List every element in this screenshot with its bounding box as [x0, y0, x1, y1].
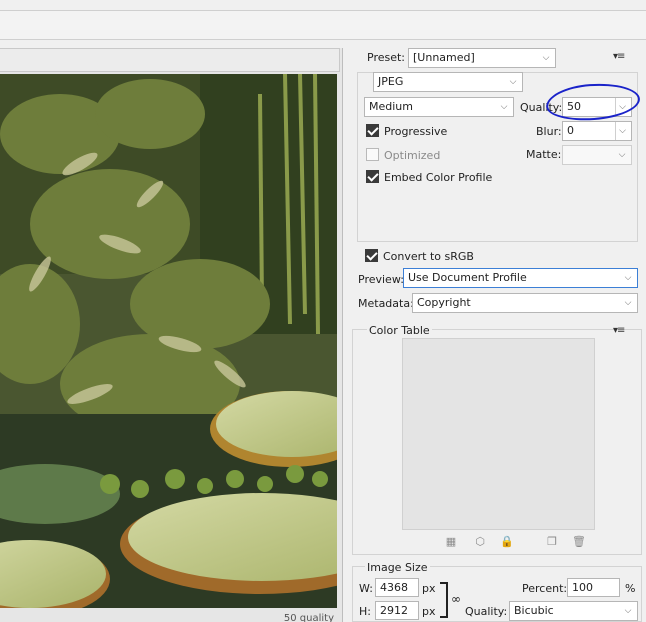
percent-input[interactable]: 100 — [567, 578, 620, 597]
resample-quality-label: Quality: — [465, 605, 508, 618]
optimized-label: Optimized — [384, 149, 441, 162]
blur-label: Blur: — [536, 125, 562, 138]
chevron-down-icon: ⌵ — [615, 122, 629, 140]
color-table-menu-icon[interactable]: ▾≡ — [613, 325, 625, 336]
preset-label: Preset: — [367, 51, 406, 64]
preset-dropdown[interactable]: [Unnamed] ⌵ — [408, 48, 556, 68]
width-label: W: — [359, 582, 373, 595]
quality-input[interactable]: 50 ⌵ — [562, 97, 632, 117]
resample-quality-dropdown[interactable]: Bicubic ⌵ — [509, 601, 638, 621]
chevron-down-icon: ⌵ — [624, 606, 632, 616]
blur-input[interactable]: 0 ⌵ — [562, 121, 632, 141]
chevron-down-icon: ⌵ — [624, 273, 632, 283]
top-options-bar — [0, 10, 646, 40]
convert-srgb-label: Convert to sRGB — [383, 250, 474, 263]
chevron-down-icon: ⌵ — [618, 150, 626, 160]
metadata-label: Metadata: — [358, 297, 414, 310]
preset-menu-icon[interactable]: ▾≡ — [613, 51, 625, 62]
metadata-value: Copyright — [417, 296, 471, 309]
map-transparency-icon[interactable]: ▦ — [444, 535, 458, 549]
matte-label: Matte: — [526, 148, 562, 161]
height-label: H: — [359, 605, 371, 618]
compression-dropdown[interactable]: Medium ⌵ — [364, 97, 514, 117]
height-input[interactable]: 2912 — [375, 601, 419, 620]
constrain-proportions-bracket — [440, 582, 448, 618]
preview-pane: 50 quality — [0, 48, 343, 622]
preview-quality-status: 50 quality — [283, 613, 334, 622]
preview-dropdown[interactable]: Use Document Profile ⌵ — [403, 268, 638, 288]
color-table-title: Color Table — [367, 324, 432, 337]
preview-tab-strip[interactable] — [0, 48, 340, 72]
quality-value: 50 — [567, 100, 581, 113]
percent-unit: % — [625, 582, 636, 595]
metadata-dropdown[interactable]: Copyright ⌵ — [412, 293, 638, 313]
chain-link-icon[interactable]: ∞ — [451, 592, 461, 606]
preview-value: Use Document Profile — [408, 271, 527, 284]
trash-icon[interactable]: 🗑 — [572, 535, 586, 549]
quality-label: Quality: — [520, 101, 563, 114]
progressive-label: Progressive — [384, 125, 448, 138]
preset-value: [Unnamed] — [413, 51, 475, 64]
height-unit: px — [422, 605, 436, 618]
percent-value: 100 — [572, 581, 593, 594]
width-unit: px — [422, 582, 436, 595]
preview-label: Preview: — [358, 273, 404, 286]
chevron-down-icon: ⌵ — [624, 298, 632, 308]
resample-quality-value: Bicubic — [514, 604, 554, 617]
matte-dropdown[interactable]: ⌵ — [562, 145, 632, 165]
chevron-down-icon: ⌵ — [500, 102, 508, 112]
optimized-checkbox[interactable] — [366, 148, 379, 161]
image-size-title: Image Size — [365, 561, 430, 574]
web-snap-icon[interactable]: ⬡ — [473, 535, 487, 549]
height-value: 2912 — [380, 604, 408, 617]
width-input[interactable]: 4368 — [375, 578, 419, 597]
progressive-checkbox[interactable] — [366, 124, 379, 137]
compression-value: Medium — [369, 100, 413, 113]
new-color-icon[interactable]: ❐ — [545, 535, 559, 549]
chevron-down-icon: ⌵ — [542, 53, 550, 63]
convert-srgb-checkbox[interactable] — [365, 249, 378, 262]
blur-value: 0 — [567, 124, 574, 137]
width-value: 4368 — [380, 581, 408, 594]
format-dropdown[interactable]: JPEG ⌵ — [373, 72, 523, 92]
preview-image[interactable] — [0, 74, 337, 608]
lock-icon[interactable]: 🔒 — [500, 535, 514, 549]
color-table-swatches[interactable] — [402, 338, 595, 530]
embed-color-profile-checkbox[interactable] — [366, 170, 379, 183]
chevron-down-icon: ⌵ — [615, 98, 629, 116]
chevron-down-icon: ⌵ — [509, 77, 517, 87]
embed-color-profile-label: Embed Color Profile — [384, 171, 493, 184]
settings-pane: Preset: [Unnamed] ⌵ ▾≡ JPEG ⌵ Medium ⌵ Q… — [344, 44, 646, 622]
format-value: JPEG — [378, 75, 404, 88]
percent-label: Percent: — [522, 582, 568, 595]
